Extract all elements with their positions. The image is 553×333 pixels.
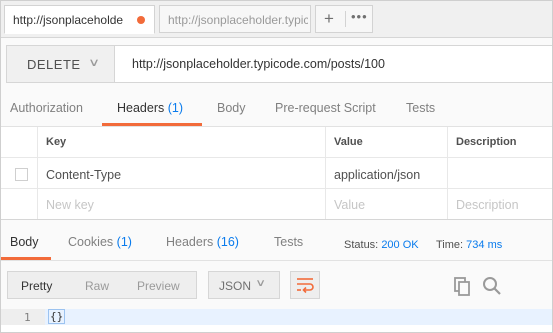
unsaved-dot-icon: [137, 16, 145, 24]
line-gutter: 1: [1, 309, 45, 325]
table-row: Content-Type application/json: [1, 158, 552, 189]
table-header-row: Key Value Description: [1, 127, 552, 158]
search-button[interactable]: [481, 275, 503, 297]
response-tab-headers[interactable]: Headers (16): [166, 235, 239, 249]
response-tab-cookies[interactable]: Cookies (1): [68, 235, 132, 249]
value-cell[interactable]: application/json: [325, 158, 447, 188]
wrap-lines-button[interactable]: [290, 271, 320, 299]
divider: [345, 11, 346, 27]
view-preview-button[interactable]: Preview: [137, 279, 180, 293]
tab-authorization[interactable]: Authorization: [10, 101, 83, 115]
postman-window: http://jsonplaceholde http://jsonplaceho…: [0, 0, 553, 333]
row-checkbox[interactable]: [15, 168, 28, 181]
method-select[interactable]: DELETE ∨: [6, 45, 114, 83]
time-readout: Time: 734 ms: [436, 239, 503, 251]
description-cell[interactable]: [447, 158, 552, 188]
column-header-key: Key: [37, 127, 325, 157]
new-description-input[interactable]: Description: [447, 189, 552, 219]
column-header-description: Description: [447, 127, 552, 157]
response-toolbar: Pretty Raw Preview JSON ∨: [1, 261, 552, 308]
copy-icon: [454, 277, 470, 296]
row-checkbox-cell: [1, 158, 37, 188]
active-tab-indicator: [102, 123, 202, 126]
code-line: {}: [45, 309, 552, 325]
response-tab-tests[interactable]: Tests: [274, 235, 303, 249]
headers-table: Key Value Description Content-Type appli…: [1, 127, 552, 219]
request-tab-active[interactable]: http://jsonplaceholde: [4, 5, 155, 34]
more-tabs-button[interactable]: •••: [351, 9, 368, 24]
search-icon: [483, 277, 501, 295]
chevron-down-icon: ∨: [87, 57, 101, 69]
url-input[interactable]: http://jsonplaceholder.typicode.com/post…: [114, 45, 552, 83]
status-readout: Status: 200 OK: [344, 239, 419, 251]
response-body-editor[interactable]: 1 {}: [1, 309, 552, 332]
key-cell[interactable]: Content-Type: [37, 158, 325, 188]
tab-title: http://jsonplaceholder.typic: [168, 13, 308, 27]
method-label: DELETE: [27, 57, 81, 72]
copy-button[interactable]: [452, 275, 474, 297]
view-pretty-button[interactable]: Pretty: [21, 279, 52, 293]
chevron-down-icon: ∨: [255, 278, 267, 289]
tab-headers[interactable]: Headers (1): [117, 101, 183, 115]
new-key-input[interactable]: New key: [37, 189, 325, 219]
response-panel: Body Cookies (1) Headers (16) Tests Stat…: [1, 219, 552, 332]
wrap-lines-icon: [297, 278, 314, 294]
new-tab-button[interactable]: +: [324, 9, 334, 29]
format-label: JSON: [219, 279, 252, 293]
tab-bar: http://jsonplaceholde http://jsonplaceho…: [1, 1, 552, 38]
view-mode-toggle: Pretty Raw Preview: [7, 271, 197, 299]
url-bar: DELETE ∨ http://jsonplaceholder.typicode…: [1, 38, 552, 92]
url-text: http://jsonplaceholder.typicode.com/post…: [132, 57, 385, 71]
view-raw-button[interactable]: Raw: [85, 279, 109, 293]
tab-actions: + •••: [315, 5, 373, 33]
table-row-new: New key Value Description: [1, 189, 552, 219]
new-value-input[interactable]: Value: [325, 189, 447, 219]
format-select[interactable]: JSON ∨: [208, 271, 280, 299]
tab-pre-request-script[interactable]: Pre-request Script: [275, 101, 376, 115]
row-checkbox-cell: [1, 189, 37, 219]
code-text: {}: [47, 309, 66, 324]
tab-title: http://jsonplaceholde: [13, 13, 124, 27]
request-tabs: Authorization Headers (1) Body Pre-reque…: [1, 92, 552, 127]
line-number: 1: [24, 311, 31, 324]
tab-tests[interactable]: Tests: [406, 101, 435, 115]
response-tab-body[interactable]: Body: [10, 235, 39, 249]
response-tabs: Body Cookies (1) Headers (16) Tests Stat…: [1, 220, 552, 260]
checkbox-column: [1, 127, 37, 157]
tab-body[interactable]: Body: [217, 101, 246, 115]
column-header-value: Value: [325, 127, 447, 157]
request-tab[interactable]: http://jsonplaceholder.typic: [159, 5, 311, 33]
